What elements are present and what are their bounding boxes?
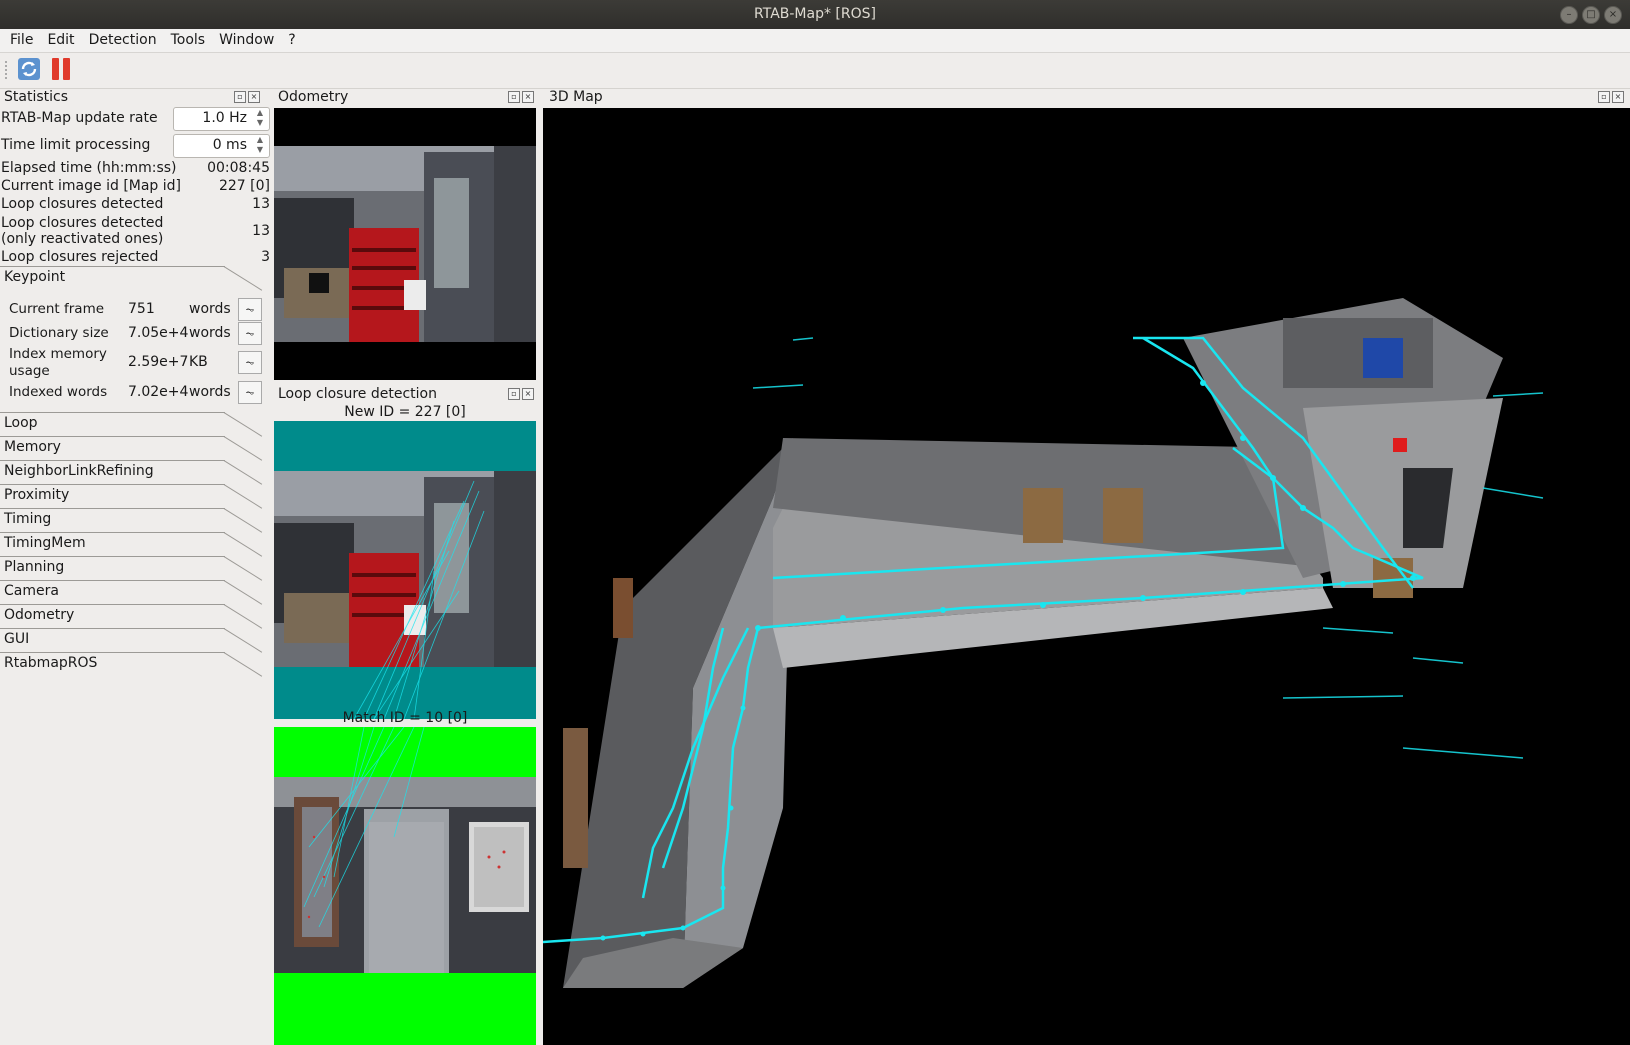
time-limit-spinbox[interactable]: 0 ms ▲ ▼ [173, 134, 270, 158]
section-neighborlinkrefining[interactable]: NeighborLinkRefining [0, 460, 268, 485]
keypoint-label: Index memory usage [9, 346, 107, 379]
keypoint-label: Indexed words [9, 384, 108, 400]
odometry-camera-image [274, 146, 536, 342]
menu-bar: File Edit Detection Tools Window? [0, 29, 1630, 53]
window-title: RTAB-Map* [ROS] [754, 6, 876, 22]
section-proximity[interactable]: Proximity [0, 484, 268, 509]
section-label: RtabmapROS [4, 655, 98, 671]
menu-edit[interactable]: Edit [40, 29, 81, 51]
close-icon[interactable]: × [248, 91, 260, 103]
section-label: Planning [4, 559, 65, 575]
toolbar-grip[interactable] [5, 61, 10, 79]
spin-arrows-icon[interactable]: ▲ ▼ [253, 108, 267, 130]
time-limit-value: 0 ms [212, 137, 247, 153]
statistics-dock-title: Statistics [4, 89, 68, 105]
plot-icon[interactable]: ⏦ [238, 298, 262, 321]
close-icon[interactable]: × [522, 388, 534, 400]
map3d-dock-title: 3D Map [549, 89, 603, 105]
float-icon[interactable]: ▫ [508, 388, 520, 400]
stat-label: Loop closures rejected [1, 249, 159, 265]
map3d-dock-buttons: ▫ × [1598, 91, 1624, 103]
menu-file[interactable]: File [3, 29, 40, 51]
title-bar: RTAB-Map* [ROS] – □ × [0, 0, 1630, 29]
match-id-caption: Match ID = 10 [0] [342, 710, 468, 726]
refresh-icon[interactable] [17, 57, 41, 81]
float-icon[interactable]: ▫ [508, 91, 520, 103]
section-planning[interactable]: Planning [0, 556, 268, 581]
section-gui[interactable]: GUI [0, 628, 268, 653]
stat-value: 3 [261, 249, 270, 265]
plot-icon[interactable]: ⏦ [238, 381, 262, 404]
section-odometry[interactable]: Odometry [0, 604, 268, 629]
odometry-image-view[interactable] [274, 108, 536, 380]
section-label: Timing [4, 511, 52, 527]
section-camera[interactable]: Camera [0, 580, 268, 605]
close-icon[interactable]: × [522, 91, 534, 103]
menu-tools[interactable]: Tools [164, 29, 213, 51]
maximize-icon[interactable]: □ [1582, 6, 1600, 24]
keypoint-value: 7.05e+4 [128, 325, 189, 341]
section-loop[interactable]: Loop [0, 412, 268, 437]
update-rate-label: RTAB-Map update rate [1, 110, 158, 126]
stat-value: 13 [252, 196, 270, 212]
new-image-view[interactable] [274, 421, 536, 719]
close-icon[interactable]: × [1612, 91, 1624, 103]
menu-detection[interactable]: Detection [82, 29, 164, 51]
float-icon[interactable]: ▫ [1598, 91, 1610, 103]
match-image-view[interactable] [274, 727, 536, 1045]
time-limit-label: Time limit processing [1, 137, 151, 153]
section-label: NeighborLinkRefining [4, 463, 154, 479]
keypoint-value: 7.02e+4 [128, 384, 189, 400]
section-keypoint[interactable]: Keypoint [0, 266, 268, 291]
spin-arrows-icon[interactable]: ▲ ▼ [253, 135, 267, 157]
keypoint-value: 751 [128, 301, 155, 317]
section-memory[interactable]: Memory [0, 436, 268, 461]
plot-icon[interactable]: ⏦ [238, 322, 262, 345]
menu-help[interactable]: ? [281, 29, 302, 51]
update-rate-value: 1.0 Hz [202, 110, 247, 126]
keypoint-label: Dictionary size [9, 325, 109, 341]
section-timingmem[interactable]: TimingMem [0, 532, 268, 557]
plot-icon[interactable]: ⏦ [238, 351, 262, 374]
keypoint-unit: words [189, 384, 231, 400]
keypoint-unit: words [189, 301, 231, 317]
keypoint-unit: words [189, 325, 231, 341]
statistics-dock-buttons: ▫ × [234, 91, 260, 103]
odometry-dock-title: Odometry [278, 89, 349, 105]
stat-label: Loop closures detected [1, 196, 164, 212]
stat-value: 00:08:45 [207, 160, 270, 176]
section-label: GUI [4, 631, 30, 647]
section-label: TimingMem [4, 535, 86, 551]
keypoint-unit: KB [189, 354, 208, 370]
map3d-view[interactable] [543, 108, 1630, 1045]
section-label: Odometry [4, 607, 75, 623]
section-label: Camera [4, 583, 59, 599]
stat-value: 13 [252, 223, 270, 239]
section-label: Memory [4, 439, 61, 455]
stat-label: Elapsed time (hh:mm:ss) [1, 160, 177, 176]
loop-closure-dock-buttons: ▫ × [508, 388, 534, 400]
stat-label: Current image id [Map id] [1, 178, 182, 194]
section-timing[interactable]: Timing [0, 508, 268, 533]
section-label: Keypoint [4, 269, 66, 285]
minimize-icon[interactable]: – [1560, 6, 1578, 24]
toolbar [0, 53, 1630, 89]
stat-value: 227 [0] [218, 178, 270, 194]
close-icon[interactable]: × [1604, 6, 1622, 24]
odometry-dock-buttons: ▫ × [508, 91, 534, 103]
keypoint-label: Current frame [9, 301, 105, 317]
update-rate-spinbox[interactable]: 1.0 Hz ▲ ▼ [173, 107, 270, 131]
stat-label: Loop closures detected (only reactivated… [1, 215, 164, 247]
section-label: Loop [4, 415, 38, 431]
keypoint-value: 2.59e+7 [128, 354, 189, 370]
menu-window[interactable]: Window [212, 29, 281, 51]
section-label: Proximity [4, 487, 70, 503]
float-icon[interactable]: ▫ [234, 91, 246, 103]
new-id-caption: New ID = 227 [0] [344, 404, 466, 420]
loop-closure-dock-title: Loop closure detection [278, 386, 437, 402]
pause-icon[interactable] [49, 57, 73, 81]
section-rtabmapros[interactable]: RtabmapROS [0, 652, 268, 677]
